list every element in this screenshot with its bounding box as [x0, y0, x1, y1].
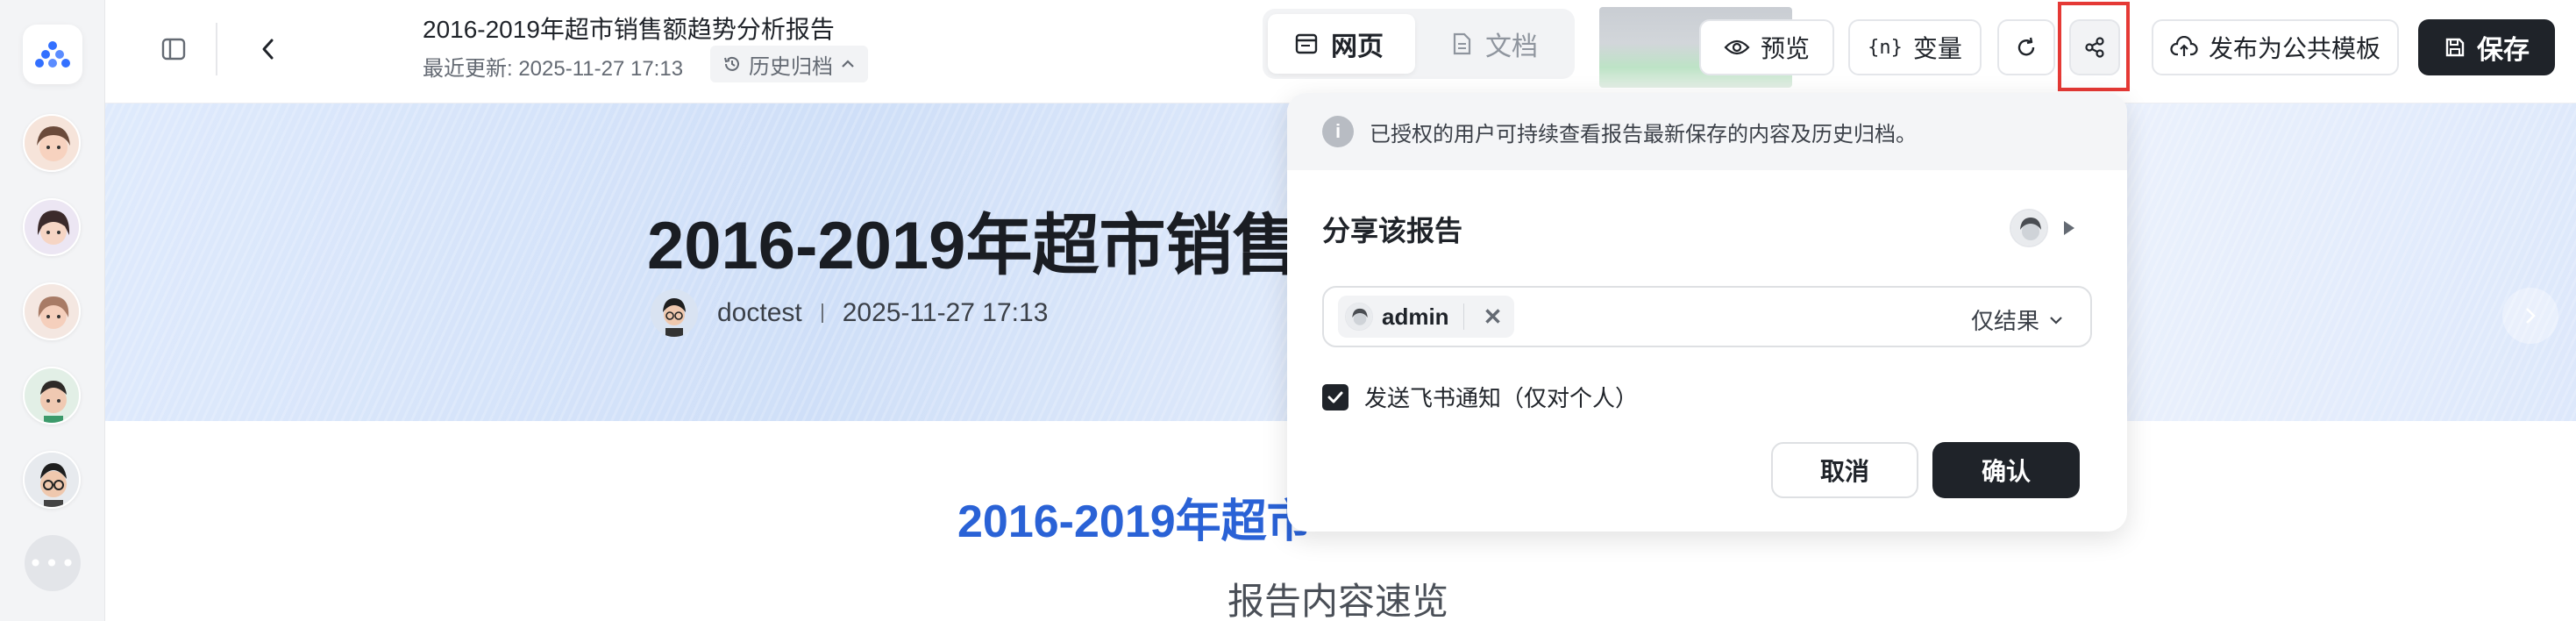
tab-doc-label: 文档 — [1485, 32, 1538, 61]
shared-user-avatar — [1345, 303, 1373, 331]
publish-template-label: 发布为公共模板 — [2208, 35, 2380, 62]
preview-label: 预览 — [1760, 35, 1810, 62]
shared-user-name: admin — [1382, 303, 1449, 330]
shared-user-tag: admin ✕ — [1338, 296, 1515, 338]
cancel-button[interactable]: 取消 — [1771, 442, 1918, 498]
publish-template-button[interactable]: 发布为公共模板 — [2152, 19, 2399, 75]
back-button[interactable] — [249, 30, 288, 68]
floppy-disk-icon — [2445, 38, 2465, 57]
rail-more-button[interactable]: ••• — [25, 535, 81, 591]
author-row: doctest 2025-11-27 17:13 — [651, 289, 1048, 337]
notify-checkbox[interactable] — [1322, 383, 1348, 410]
share-user-field[interactable]: admin ✕ 仅结果 — [1322, 286, 2092, 347]
more-dots-icon: ••• — [28, 548, 77, 578]
tab-web[interactable]: 网页 — [1268, 14, 1415, 74]
confirm-button[interactable]: 确认 — [1932, 442, 2080, 498]
tag-divider — [1462, 303, 1464, 330]
share-button-highlight — [2058, 2, 2130, 91]
cloud-upload-icon — [2170, 36, 2198, 56]
report-name: 2016-2019年超市销售额趋势分析报告 — [423, 16, 835, 43]
rail-avatar-5[interactable] — [23, 451, 81, 509]
view-mode-switch: 网页 文档 — [1263, 9, 1575, 79]
caret-right-icon — [2064, 221, 2074, 235]
chevron-down-icon — [2050, 316, 2062, 325]
share-notice: i 已授权的用户可持续查看报告最新保存的内容及历史归档。 — [1287, 93, 2127, 170]
checkmark-icon — [1327, 391, 1343, 403]
app-root: ••• 2016-2019年超市销售额趋势分析报告 最近更新: 2025-11-… — [0, 0, 2576, 621]
chevron-left-icon — [262, 39, 274, 60]
variables-label: 变量 — [1912, 35, 1962, 62]
document-icon — [1453, 32, 1471, 55]
variables-button[interactable]: {n} 变量 — [1848, 19, 1982, 75]
rail-avatar-1[interactable] — [23, 114, 81, 172]
report-date: 2025-11-27 17:13 — [842, 298, 1049, 327]
notify-option[interactable]: 发送飞书通知（仅对个人） — [1322, 381, 1638, 413]
browser-window-icon — [1295, 33, 1318, 54]
notify-label: 发送飞书通知（仅对个人） — [1364, 385, 1639, 411]
meta-separator — [821, 303, 823, 323]
rail-avatar-3[interactable] — [23, 282, 81, 340]
history-clock-icon — [724, 56, 739, 71]
variables-icon: {n} — [1868, 36, 1903, 59]
refresh-icon — [2017, 37, 2035, 56]
history-archive-button[interactable]: 历史归档 — [710, 46, 868, 82]
permission-select[interactable]: 仅结果 — [1971, 303, 2064, 336]
eye-icon — [1724, 39, 1750, 55]
rail-avatar-4[interactable] — [23, 367, 81, 425]
content-subheading: 报告内容速览 — [1228, 581, 1449, 621]
rail-avatar-2[interactable] — [23, 198, 81, 256]
author-name: doctest — [717, 298, 802, 327]
save-label: 保存 — [2477, 36, 2530, 65]
banner-next-button[interactable] — [2502, 288, 2558, 344]
last-updated: 最近更新: 2025-11-27 17:13 — [423, 57, 684, 81]
topbar-divider — [216, 23, 217, 75]
remove-user-close-icon[interactable]: ✕ — [1478, 303, 1503, 331]
sidebar-toggle-button[interactable] — [154, 30, 193, 68]
left-rail: ••• — [0, 0, 105, 621]
tab-web-label: 网页 — [1331, 32, 1384, 61]
share-popover: i 已授权的用户可持续查看报告最新保存的内容及历史归档。 分享该报告 admin… — [1287, 93, 2127, 532]
author-avatar — [651, 289, 698, 337]
owner-avatar — [2010, 209, 2048, 247]
chevron-up-icon — [842, 60, 854, 68]
permission-value: 仅结果 — [1970, 308, 2039, 334]
collaborators-toggle[interactable] — [2010, 209, 2074, 247]
sidebar-toggle-icon — [161, 38, 186, 61]
preview-button[interactable]: 预览 — [1699, 19, 1834, 75]
share-notice-text: 已授权的用户可持续查看报告最新保存的内容及历史归档。 — [1370, 122, 1917, 146]
info-icon: i — [1322, 116, 1354, 147]
share-title: 分享该报告 — [1322, 215, 1463, 246]
history-archive-label: 历史归档 — [749, 54, 833, 79]
chevron-right-icon — [2526, 308, 2536, 324]
app-logo[interactable] — [23, 25, 82, 84]
refresh-button[interactable] — [1997, 19, 2055, 75]
save-button[interactable]: 保存 — [2418, 19, 2555, 75]
app-logo-icon — [35, 41, 70, 68]
report-title: 2016-2019年超市销售 — [647, 209, 1299, 283]
content-heading: 2016-2019年超市 — [957, 496, 1313, 547]
tab-doc[interactable]: 文档 — [1424, 14, 1569, 74]
